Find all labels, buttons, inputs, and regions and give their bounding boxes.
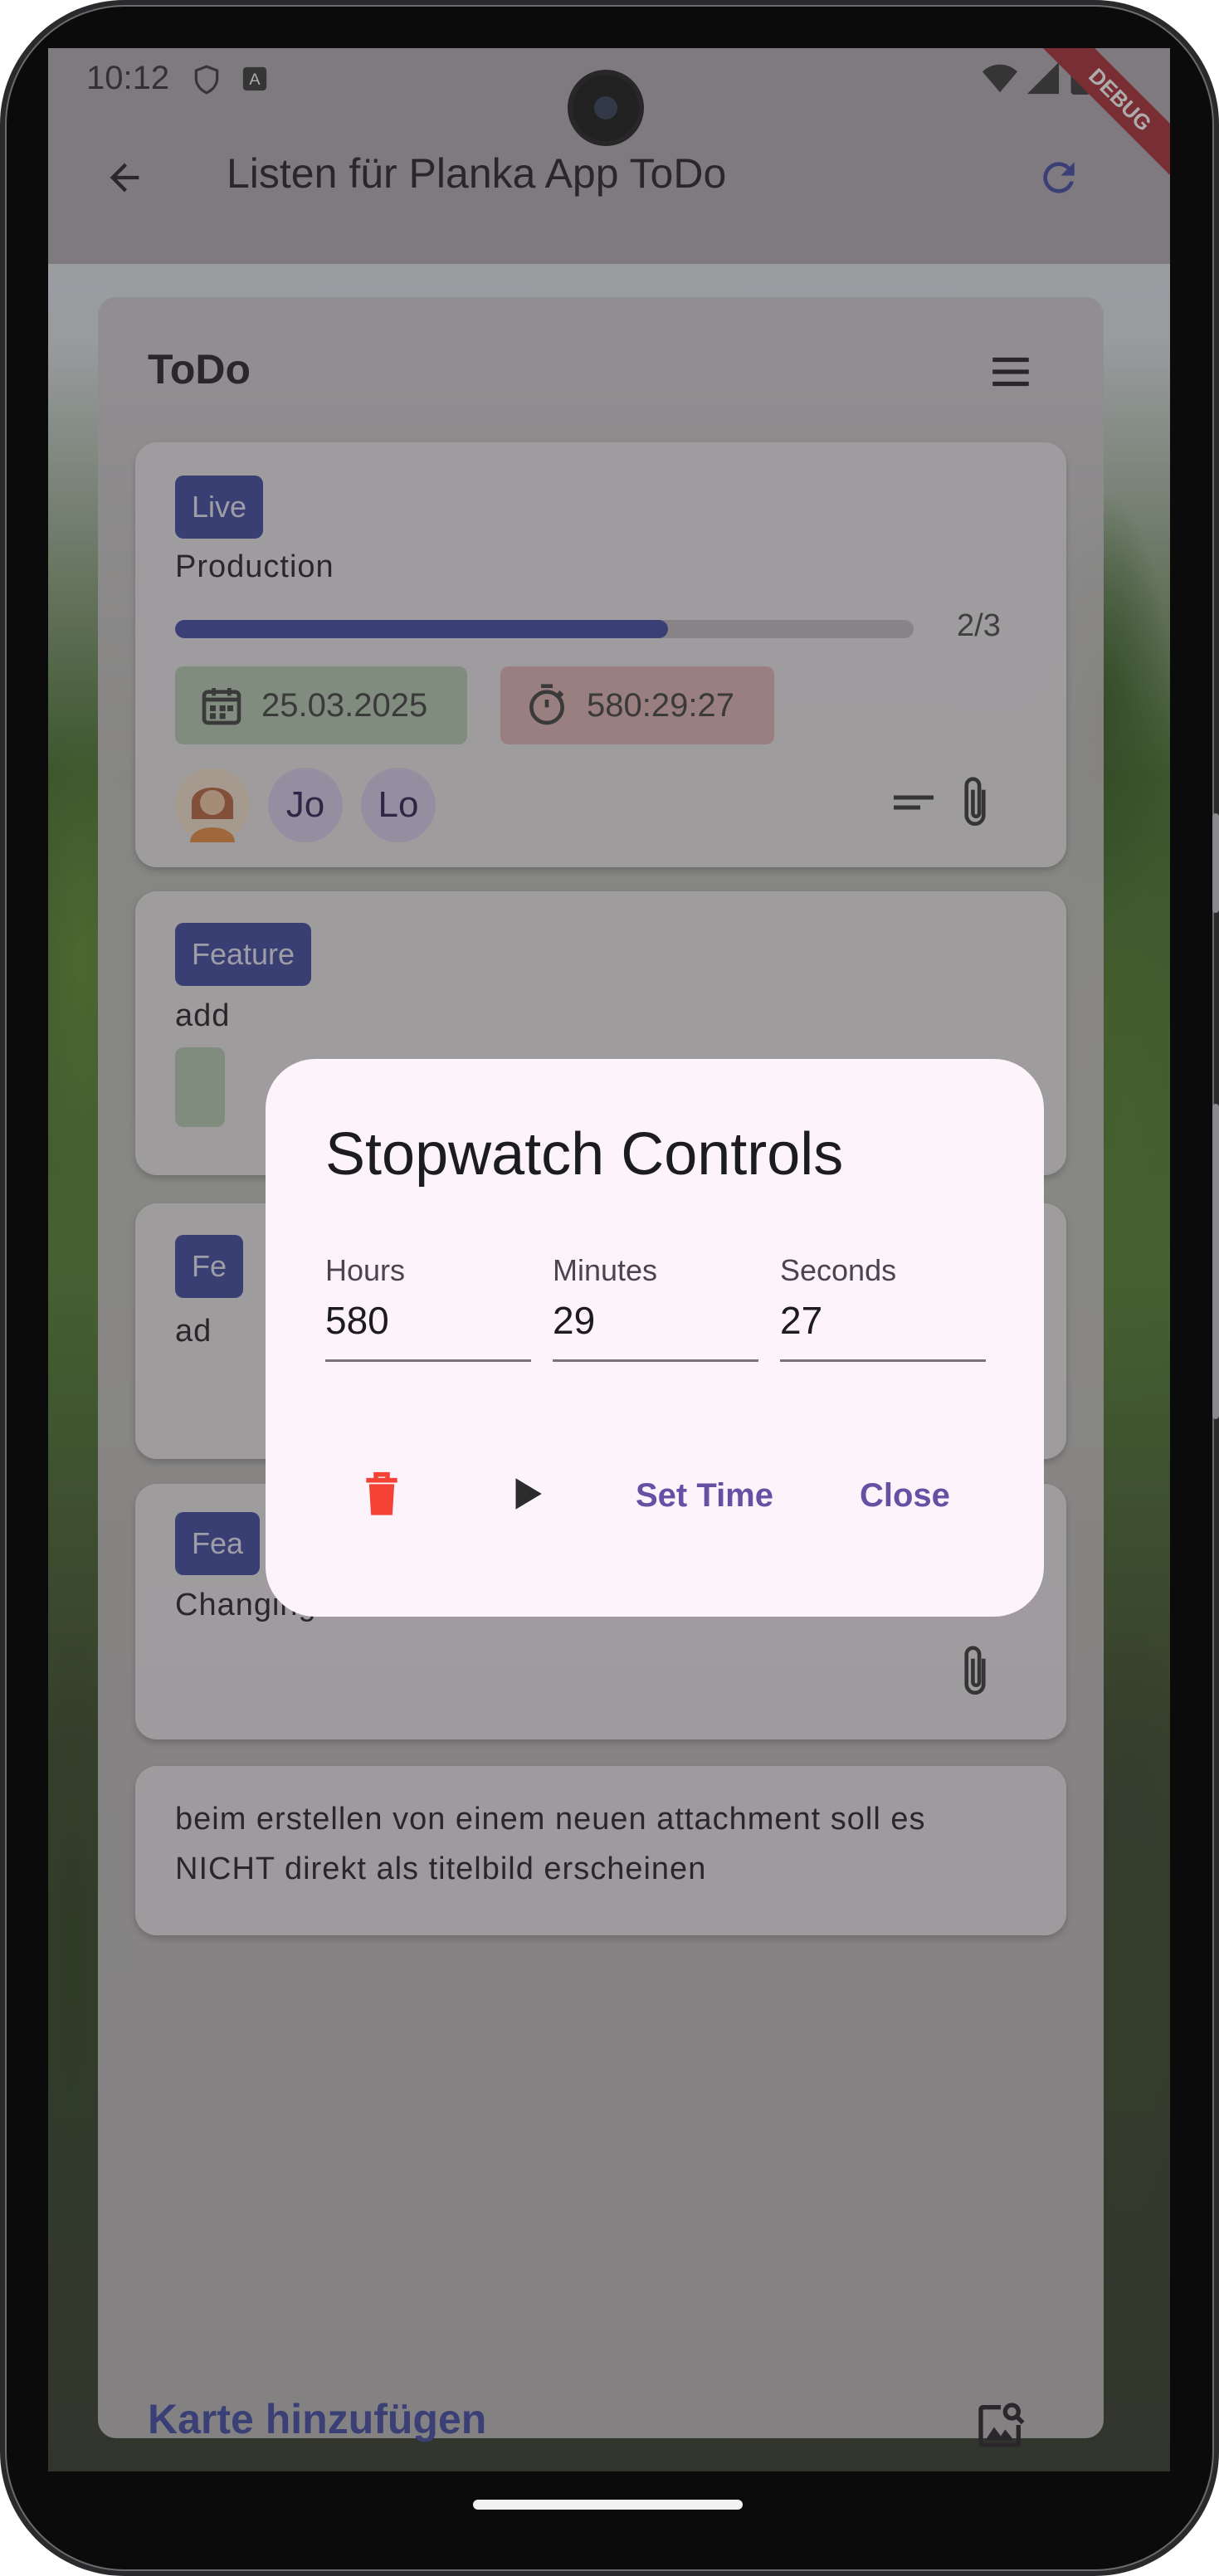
stopwatch-dialog: Stopwatch Controls Hours 580 Minutes 29 … xyxy=(266,1059,1044,1617)
seconds-field[interactable]: Seconds 27 xyxy=(780,1253,986,1362)
dialog-title: Stopwatch Controls xyxy=(325,1121,844,1188)
home-indicator[interactable] xyxy=(473,2500,743,2510)
close-button[interactable]: Close xyxy=(860,1477,950,1515)
play-icon xyxy=(515,1478,542,1510)
start-stopwatch-button[interactable] xyxy=(493,1461,559,1527)
power-button xyxy=(1212,813,1219,913)
minutes-label: Minutes xyxy=(553,1253,658,1287)
hours-field[interactable]: Hours 580 xyxy=(325,1253,531,1362)
minutes-field[interactable]: Minutes 29 xyxy=(553,1253,758,1362)
set-time-button[interactable]: Set Time xyxy=(636,1477,773,1515)
seconds-label: Seconds xyxy=(780,1253,897,1287)
delete-icon xyxy=(366,1471,397,1515)
hours-label: Hours xyxy=(325,1253,406,1287)
volume-button xyxy=(1212,1104,1219,1419)
phone-frame: 10:12 A DEBUG Listen für Planka App ToDo xyxy=(0,0,1219,2576)
minutes-input[interactable]: 29 xyxy=(553,1298,758,1362)
screen: 10:12 A DEBUG Listen für Planka App ToDo xyxy=(48,48,1170,2471)
seconds-input[interactable]: 27 xyxy=(780,1298,986,1362)
hours-input[interactable]: 580 xyxy=(325,1298,531,1362)
reset-stopwatch-button[interactable] xyxy=(349,1461,415,1527)
